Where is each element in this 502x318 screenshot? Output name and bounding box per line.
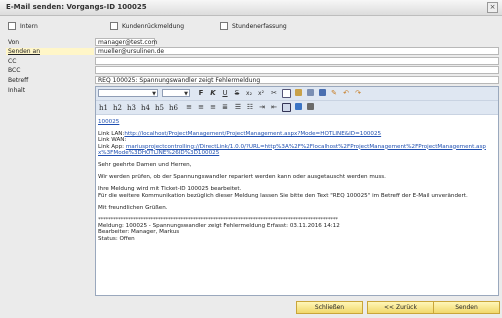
bcc-field[interactable]	[95, 66, 499, 74]
align-left-icon[interactable]: ≡	[184, 103, 194, 112]
size-dropdown[interactable]: ▼	[162, 89, 190, 97]
checkbox-kundenrueckmeldung[interactable]: Kundenrückmeldung	[110, 22, 184, 30]
checkbox-stundenerfassung[interactable]: Stundenerfassung	[220, 22, 287, 30]
close-icon[interactable]: ×	[487, 2, 498, 13]
checkbox-label: Kundenrückmeldung	[122, 22, 185, 30]
label-senden-an: Senden an	[6, 48, 94, 55]
button-bar: Schließen << Zurück Senden	[0, 298, 502, 318]
von-field[interactable]: manager@test.com	[95, 38, 157, 46]
link-wan-label: Link WAN:	[98, 137, 127, 144]
title-bar: E-Mail senden: Vorgangs-ID 100025 ×	[0, 0, 502, 16]
paste-text-icon[interactable]	[305, 89, 315, 98]
option-checkboxes: Intern Kundenrückmeldung Stundenerfassun…	[8, 22, 498, 32]
editor-toolbar-format: ▼ ▼ F K U S x₂ x² ✂ ✎ ↶ ↷	[96, 87, 498, 101]
copy-icon[interactable]	[281, 89, 291, 98]
row-von: Von manager@test.com	[0, 38, 502, 47]
label-bcc: BCC	[8, 67, 21, 74]
image-icon[interactable]	[305, 103, 315, 112]
chevron-down-icon: ▼	[152, 91, 156, 97]
row-cc: CC	[0, 57, 502, 66]
heading-2-button[interactable]: h2	[113, 104, 122, 112]
meta-line-3: Status: Offen	[98, 235, 135, 242]
subscript-button[interactable]: x₂	[244, 89, 254, 98]
body-line-3: Für die weitere Kommunikation bezüglich …	[98, 192, 468, 199]
link-lan-label: Link LAN:	[98, 131, 125, 138]
row-bcc: BCC	[0, 66, 502, 75]
heading-4-button[interactable]: h4	[141, 104, 150, 112]
heading-1-button[interactable]: h1	[99, 104, 108, 112]
align-center-icon[interactable]: ≡	[196, 103, 206, 112]
back-button[interactable]: << Zurück	[367, 301, 434, 314]
cut-icon[interactable]: ✂	[269, 89, 279, 98]
heading-3-button[interactable]: h3	[127, 104, 136, 112]
superscript-button[interactable]: x²	[256, 89, 266, 98]
heading-6-button[interactable]: h6	[169, 104, 178, 112]
italic-button[interactable]: K	[208, 89, 218, 98]
send-button[interactable]: Senden	[433, 301, 500, 314]
link-app-url[interactable]: mariusprojectcontrolling://DirectLink/1.…	[98, 144, 486, 156]
outdent-icon[interactable]: ⇤	[269, 103, 279, 112]
link-app-label: Link App:	[98, 143, 125, 150]
chevron-down-icon: ▼	[184, 91, 188, 97]
betreff-field[interactable]: REQ 100025: Spannungswandler zeigt Fehle…	[95, 76, 499, 84]
row-betreff: Betreff REQ 100025: Spannungswandler zei…	[0, 76, 502, 85]
align-right-icon[interactable]: ≡	[208, 103, 218, 112]
link-icon[interactable]	[293, 103, 303, 112]
senden-an-field[interactable]: mueller@ursulinen.de	[95, 47, 499, 55]
undo-icon[interactable]: ↶	[341, 89, 351, 98]
label-cc: CC	[8, 58, 17, 65]
link-lan-url[interactable]: http://localhost/ProjectManagement/Proje…	[124, 131, 381, 137]
label-von: Von	[8, 39, 20, 46]
align-justify-icon[interactable]: ≣	[220, 103, 230, 112]
indent-icon[interactable]: ⇥	[257, 103, 267, 112]
checkbox-label: Stundenerfassung	[232, 22, 287, 30]
bold-button[interactable]: F	[196, 89, 206, 98]
cc-field[interactable]	[95, 57, 499, 65]
checkbox-box[interactable]	[220, 22, 228, 30]
redo-icon[interactable]: ↷	[353, 89, 363, 98]
close-button[interactable]: Schließen	[296, 301, 363, 314]
email-body[interactable]: 100025 Link LAN:http://localhost/Project…	[98, 119, 494, 242]
bullet-list-icon[interactable]: ☰	[233, 103, 243, 112]
strikethrough-button[interactable]: S	[232, 89, 242, 98]
font-dropdown[interactable]: ▼	[98, 89, 158, 97]
checkbox-label: Intern	[20, 22, 38, 30]
body-editor[interactable]: ▼ ▼ F K U S x₂ x² ✂ ✎ ↶ ↷ h1 h2 h3 h4 h5…	[95, 86, 499, 296]
label-inhalt: Inhalt	[8, 87, 26, 94]
label-betreff: Betreff	[8, 77, 29, 84]
table-icon[interactable]	[281, 103, 291, 112]
paste-word-icon[interactable]	[317, 89, 327, 98]
editor-toolbar-paragraph: h1 h2 h3 h4 h5 h6 ≡ ≡ ≡ ≣ ☰ ☷ ⇥ ⇤	[96, 101, 498, 115]
underline-button[interactable]: U	[220, 89, 230, 98]
heading-5-button[interactable]: h5	[155, 104, 164, 112]
clear-format-icon[interactable]: ✎	[329, 89, 339, 98]
checkbox-intern[interactable]: Intern	[8, 22, 38, 30]
checkbox-box[interactable]	[110, 22, 118, 30]
paste-icon[interactable]	[293, 89, 303, 98]
row-senden-an: Senden an mueller@ursulinen.de	[0, 47, 502, 56]
ticket-link[interactable]: 100025	[98, 119, 119, 125]
checkbox-box[interactable]	[8, 22, 16, 30]
window-title: E-Mail senden: Vorgangs-ID 100025	[6, 3, 147, 11]
numbered-list-icon[interactable]: ☷	[245, 103, 255, 112]
